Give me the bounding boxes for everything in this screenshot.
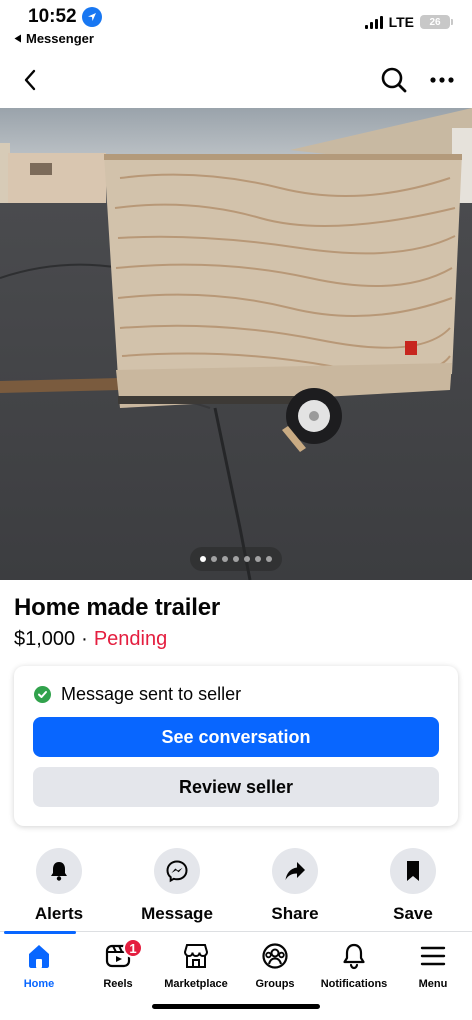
tab-groups[interactable]: Groups: [236, 942, 314, 990]
alerts-action[interactable]: Alerts: [0, 848, 118, 928]
groups-icon: [262, 943, 288, 969]
share-icon[interactable]: [272, 848, 318, 894]
save-label: Save: [393, 904, 433, 923]
action-row: Alerts Message Share Save: [0, 848, 472, 928]
pagination-dot[interactable]: [244, 556, 250, 562]
save-action[interactable]: Save: [354, 848, 472, 928]
network-label: LTE: [388, 14, 414, 30]
listing-title: Home made trailer: [14, 594, 221, 621]
home-icon: [29, 945, 49, 968]
reels-badge: 1: [123, 938, 143, 958]
listing-photo[interactable]: [0, 108, 472, 580]
search-icon: [381, 67, 407, 93]
location-arrow-icon: [81, 7, 102, 27]
message-action[interactable]: Message: [118, 848, 236, 928]
battery-icon: 26: [420, 15, 453, 29]
nav-header: [0, 56, 472, 106]
listing-status: Pending: [93, 628, 168, 650]
menu-icon: [420, 946, 446, 966]
listing-price: $1,000: [14, 628, 76, 650]
review-seller-button[interactable]: Review seller: [33, 767, 439, 807]
status-bar: 10:52 Messenger LTE 26: [0, 0, 472, 52]
see-conversation-button[interactable]: See conversation: [33, 717, 439, 757]
search-button[interactable]: [378, 64, 410, 96]
bookmark-icon[interactable]: [390, 848, 436, 894]
more-options-button[interactable]: [426, 64, 458, 96]
price-separator: ·: [81, 628, 88, 650]
message-label: Message: [141, 904, 213, 923]
message-status-card: Message sent to seller See conversation …: [14, 666, 458, 826]
share-action[interactable]: Share: [236, 848, 354, 928]
tab-reels[interactable]: 1 Reels: [79, 938, 157, 990]
tab-menu[interactable]: Menu: [394, 942, 472, 990]
pagination-dot[interactable]: [222, 556, 228, 562]
check-circle-icon: [34, 686, 51, 703]
tab-reels-label: Reels: [103, 978, 133, 990]
message-sent-text: Message sent to seller: [61, 684, 242, 704]
alerts-label: Alerts: [34, 904, 84, 923]
clock-time: 10:52: [28, 6, 77, 27]
pagination-dot[interactable]: [211, 556, 217, 562]
back-triangle-icon: [14, 34, 21, 43]
more-dots-icon: [430, 77, 454, 83]
home-indicator[interactable]: [152, 1004, 320, 1009]
message-sent-row: Message sent to seller: [34, 684, 241, 705]
clock: 10:52: [28, 6, 102, 28]
tab-home[interactable]: Home: [0, 942, 78, 990]
bell-icon[interactable]: [36, 848, 82, 894]
tab-notifications-label: Notifications: [320, 978, 388, 990]
share-label: Share: [271, 904, 319, 923]
tab-marketplace-label: Marketplace: [164, 978, 228, 990]
chevron-left-icon: [24, 69, 36, 91]
tab-groups-label: Groups: [255, 978, 295, 990]
messenger-icon[interactable]: [154, 848, 200, 894]
back-to-app-link[interactable]: Messenger: [14, 31, 94, 46]
signal-icon: [364, 15, 383, 29]
battery-level: 26: [429, 16, 441, 28]
tab-marketplace[interactable]: Marketplace: [157, 942, 235, 990]
back-app-label: Messenger: [26, 31, 94, 46]
status-indicators: LTE 26: [364, 14, 453, 30]
pagination-dot[interactable]: [266, 556, 272, 562]
pagination-dot[interactable]: [200, 556, 206, 562]
bell-icon: [343, 943, 365, 970]
trailer-photo-illustration: [0, 108, 472, 580]
tab-home-label: Home: [23, 978, 55, 990]
marketplace-icon: [183, 944, 209, 968]
bottom-tab-bar: Home 1 Reels Marketplace Groups Notifica…: [0, 931, 472, 999]
tab-notifications[interactable]: Notifications: [315, 942, 393, 990]
back-button[interactable]: [14, 64, 46, 96]
active-tab-indicator: [4, 931, 76, 934]
photo-pagination[interactable]: [190, 547, 282, 571]
pagination-dot[interactable]: [255, 556, 261, 562]
tab-menu-label: Menu: [418, 978, 448, 990]
price-row: $1,000 · Pending: [14, 628, 167, 651]
pagination-dot[interactable]: [233, 556, 239, 562]
